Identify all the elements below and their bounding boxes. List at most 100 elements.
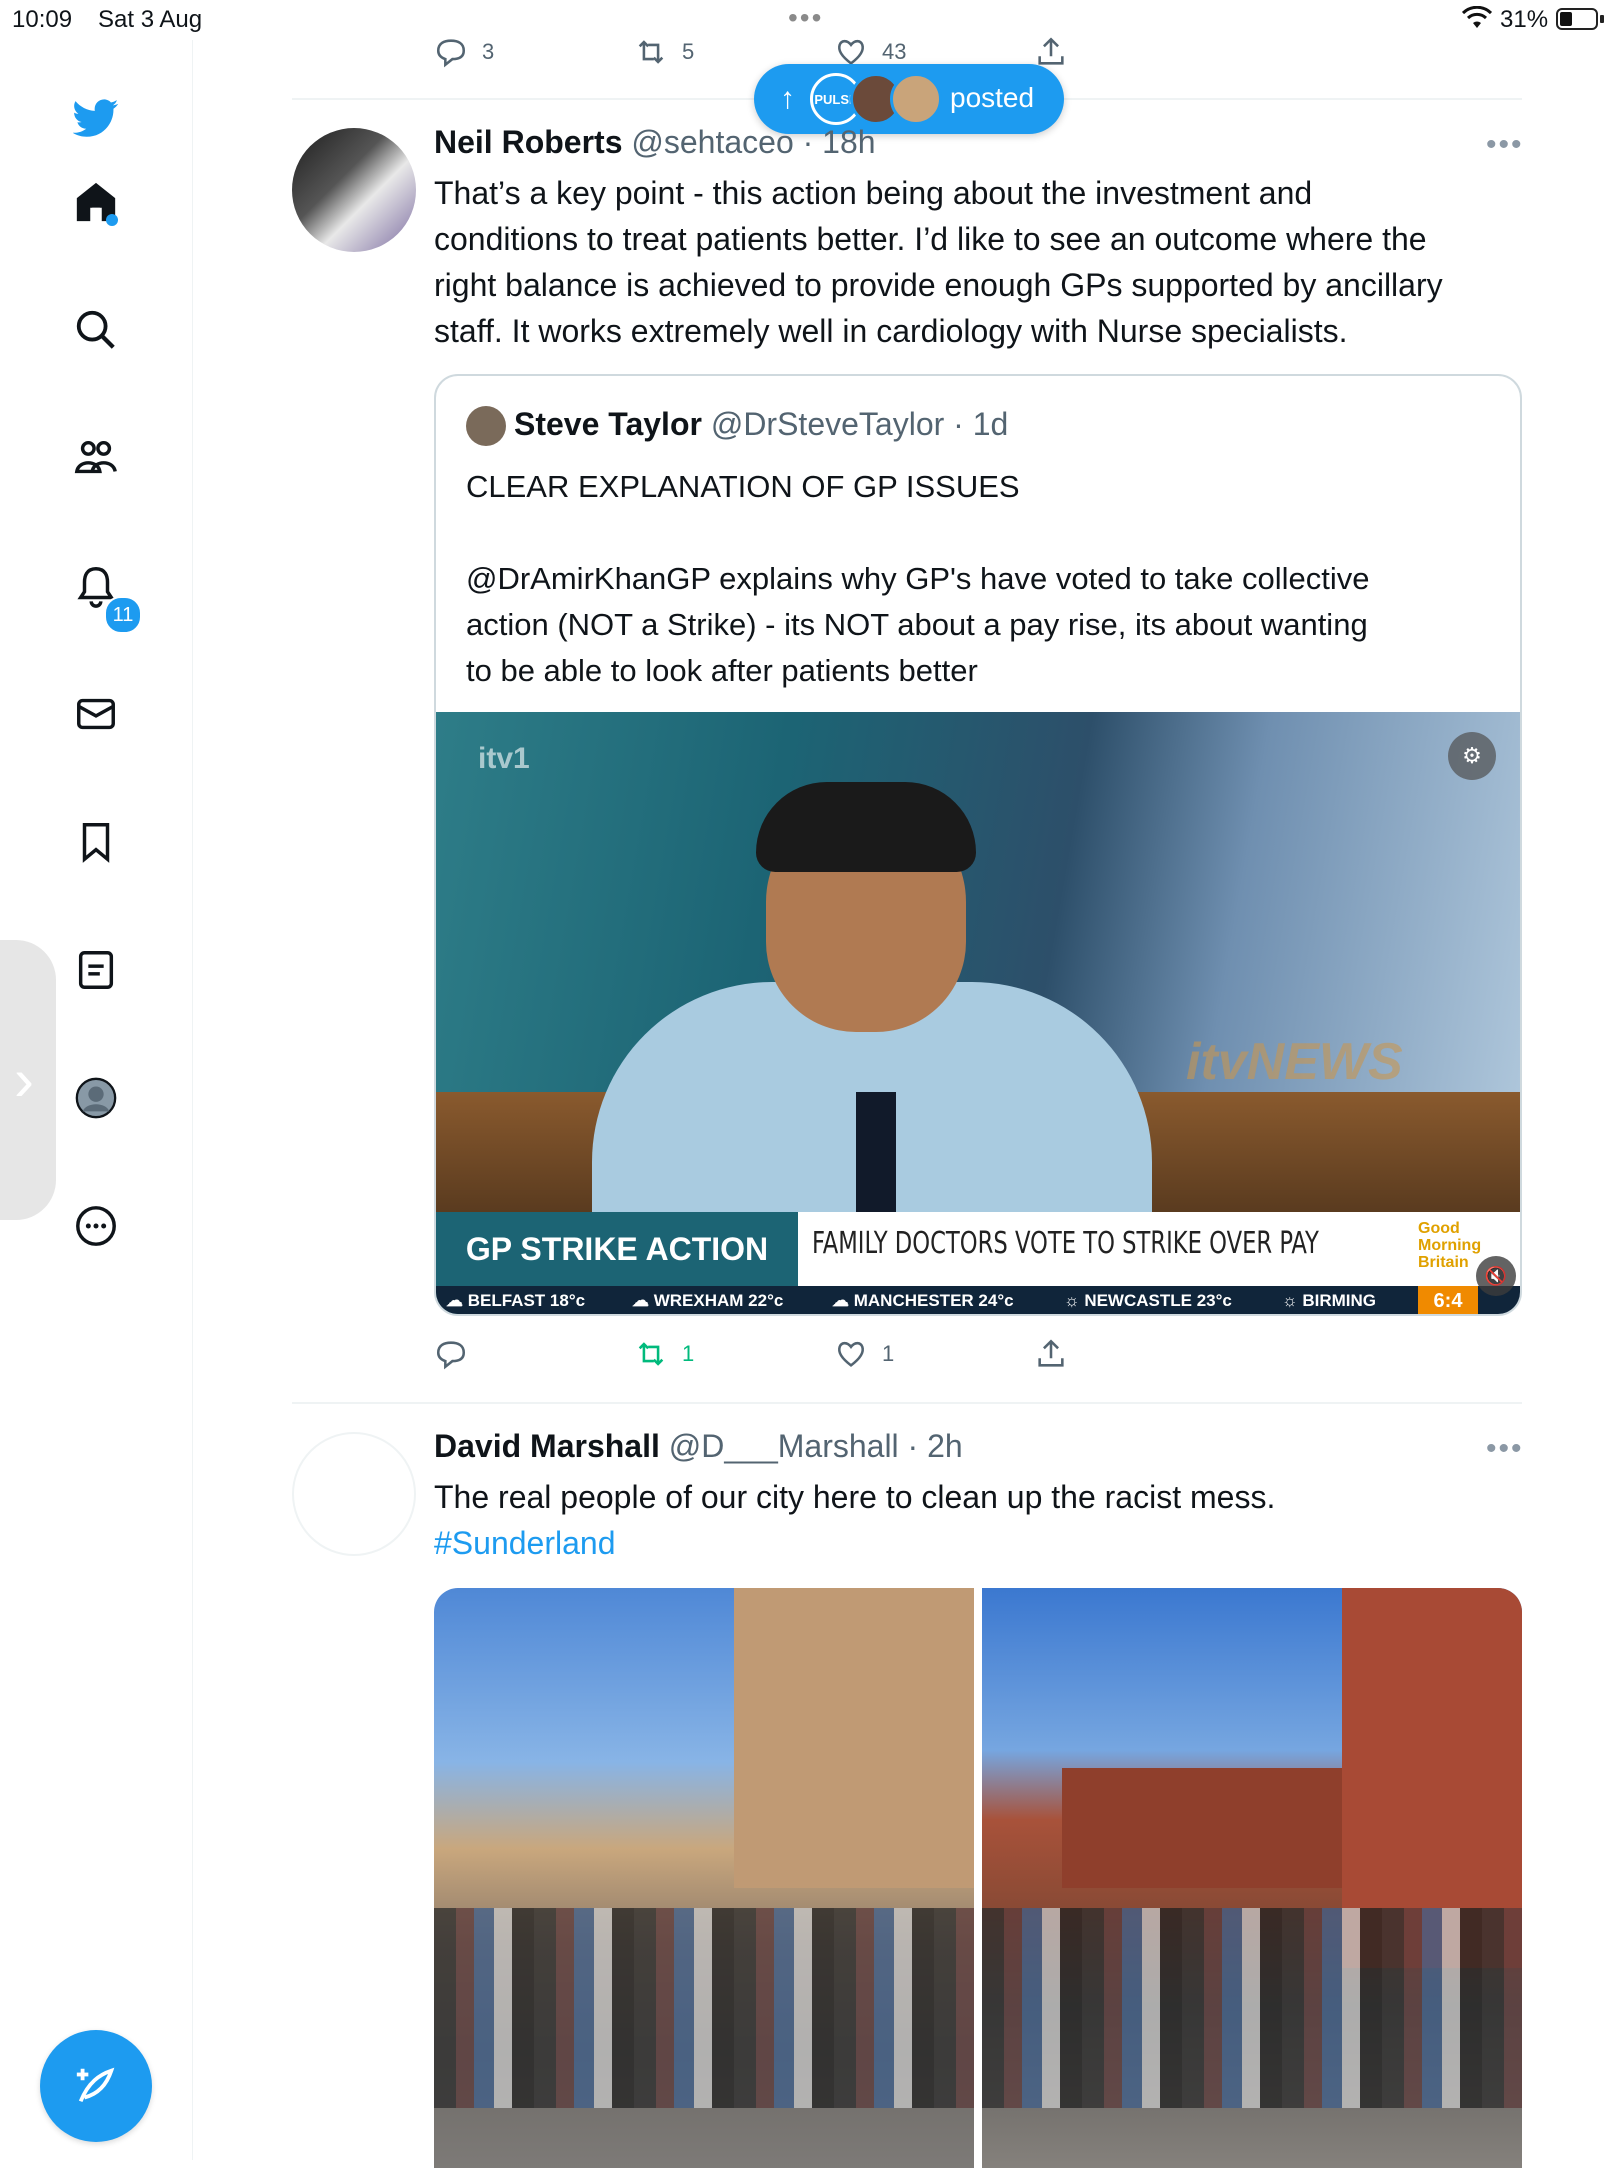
messages-icon[interactable] xyxy=(66,684,126,744)
tweet-header: David Marshall @D___Marshall · 2h xyxy=(434,1428,963,1465)
wifi-icon xyxy=(1462,6,1492,28)
tweet-time[interactable]: · 18h xyxy=(803,124,876,160)
tweet-time[interactable]: · 2h xyxy=(908,1428,963,1464)
broadcast-clock: 6:4 xyxy=(1418,1286,1478,1314)
presenter-hair xyxy=(756,782,976,872)
video-player[interactable]: itv1 itvNEWS ⚙ GP STRIKE ACTION FAMILY D… xyxy=(436,712,1520,1314)
tweet-text: The real people of our city here to clea… xyxy=(434,1474,1534,1566)
photo[interactable] xyxy=(434,1588,974,2168)
quoted-text-line: to be able to look after patients better xyxy=(466,653,978,688)
weather-item: ☁ BELFAST 18°c xyxy=(446,1291,586,1310)
feather-plus-icon xyxy=(76,2067,115,2103)
news-banner: GP STRIKE ACTION FAMILY DOCTORS VOTE TO … xyxy=(436,1212,1520,1286)
weather-item: ☼ BIRMING xyxy=(1282,1291,1376,1310)
more-options-icon[interactable]: ••• xyxy=(1486,128,1524,162)
photo-crowd xyxy=(982,1908,1522,2108)
author-name[interactable]: David Marshall xyxy=(434,1428,660,1464)
lists-icon[interactable] xyxy=(66,940,126,1000)
weather-item: ☁ WREXHAM 22°c xyxy=(632,1291,784,1310)
tweet-text-line: conditions to treat patients better. I’d… xyxy=(434,221,1427,257)
reply-icon xyxy=(436,39,466,68)
like-count: 1 xyxy=(882,1341,895,1366)
battery-icon xyxy=(1556,8,1598,30)
share-icon xyxy=(1038,37,1064,65)
mute-icon[interactable]: 🔇 xyxy=(1476,1256,1516,1296)
studio-logo: itvNEWS xyxy=(1186,1033,1403,1091)
heart-icon xyxy=(837,1341,865,1367)
author-handle[interactable]: @sehtaceo xyxy=(631,124,793,160)
tweet-text: That’s a key point - this action being a… xyxy=(434,170,1534,354)
tweet-divider xyxy=(292,1402,1522,1404)
compose-tweet-button[interactable] xyxy=(40,2030,152,2142)
share-button[interactable] xyxy=(1034,35,1068,69)
quoted-tweet-time: · 1d xyxy=(953,406,1009,442)
reply-icon xyxy=(436,1341,466,1370)
channel-logo: itv1 xyxy=(478,742,530,775)
communities-icon[interactable] xyxy=(66,428,126,488)
captions-icon[interactable]: ⚙ xyxy=(1448,732,1496,780)
new-posts-label: posted xyxy=(950,82,1035,113)
more-icon[interactable] xyxy=(66,1196,126,1256)
retweet-count: 1 xyxy=(682,1341,695,1366)
banner-headline: GP STRIKE ACTION xyxy=(436,1212,798,1286)
photo-building xyxy=(1062,1768,1342,1888)
author-handle[interactable]: @D___Marshall xyxy=(669,1428,899,1464)
bookmarks-icon[interactable] xyxy=(66,812,126,872)
avatar[interactable] xyxy=(466,406,506,446)
chevron-right-icon: › xyxy=(14,1046,34,1113)
weather-item: ☼ NEWCASTLE 23°c xyxy=(1064,1291,1232,1310)
tweet-text-line: right balance is achieved to provide eno… xyxy=(434,267,1443,303)
author-name[interactable]: Neil Roberts xyxy=(434,124,622,160)
quoted-author-handle: @DrSteveTaylor xyxy=(710,406,945,442)
weather-item: ☁ MANCHESTER 24°c xyxy=(832,1291,1014,1310)
avatar[interactable] xyxy=(292,128,416,252)
like-button[interactable]: 1 xyxy=(834,1337,894,1371)
show-logo: Good Morning Britain xyxy=(1418,1220,1481,1271)
retweet-icon xyxy=(638,1342,664,1366)
status-date: Sat 3 Aug xyxy=(98,6,203,33)
weather-ticker: ☁ BELFAST 18°c ☁ WREXHAM 22°c ☁ MANCHEST… xyxy=(436,1286,1520,1314)
tweet-text-line: staff. It works extremely well in cardio… xyxy=(434,313,1348,349)
profile-icon[interactable] xyxy=(66,1068,126,1128)
photo-crowd xyxy=(434,1908,974,2108)
avatar xyxy=(890,73,942,125)
notifications-badge: 11 xyxy=(104,596,142,634)
tweet-actions: 1 1 xyxy=(434,1334,1134,1374)
slide-over-handle[interactable]: › xyxy=(0,940,56,1220)
retweet-icon xyxy=(638,40,664,64)
home-unread-dot xyxy=(106,214,118,226)
retweet-count: 5 xyxy=(682,39,695,64)
reply-button[interactable] xyxy=(434,1337,482,1371)
hashtag-link[interactable]: #Sunderland xyxy=(434,1520,1534,1566)
photo[interactable] xyxy=(982,1588,1522,2168)
status-time: 10:09 xyxy=(12,6,73,33)
tweet-text-line: That’s a key point - this action being a… xyxy=(434,175,1313,211)
quoted-tweet-header: Steve Taylor @DrSteveTaylor · 1d xyxy=(514,406,1008,443)
retweet-button[interactable]: 5 xyxy=(634,35,694,69)
photo-building xyxy=(734,1588,974,1888)
quoted-tweet[interactable]: Steve Taylor @DrSteveTaylor · 1d CLEAR E… xyxy=(434,374,1522,1316)
tweet-header: Neil Roberts @sehtaceo · 18h xyxy=(434,124,876,161)
search-icon[interactable] xyxy=(66,300,126,360)
battery-nub xyxy=(1600,15,1604,23)
avatar[interactable] xyxy=(292,1432,416,1556)
arrow-up-icon: ↑ xyxy=(780,82,795,115)
quoted-tweet-title: CLEAR EXPLANATION OF GP ISSUES xyxy=(466,469,1020,504)
reply-count: 3 xyxy=(482,39,495,64)
battery-percent: 31% xyxy=(1500,6,1549,33)
tweet-text-line: The real people of our city here to clea… xyxy=(434,1479,1276,1515)
quoted-text-line: action (NOT a Strike) - its NOT about a … xyxy=(466,607,1368,642)
banner-subheadline: FAMILY DOCTORS VOTE TO STRIKE OVER PAY xyxy=(812,1226,1319,1261)
twitter-logo-icon[interactable] xyxy=(66,88,126,148)
multitask-dots[interactable]: ••• xyxy=(788,2,823,34)
show-logo-line: Morning xyxy=(1418,1237,1482,1254)
retweet-button[interactable]: 1 xyxy=(634,1337,694,1371)
quoted-tweet-body: @DrAmirKhanGP explains why GP's have vot… xyxy=(466,556,1506,694)
quoted-text-line: @DrAmirKhanGP explains why GP's have vot… xyxy=(466,561,1370,596)
tweet-photos xyxy=(434,1588,1522,2168)
more-options-icon[interactable]: ••• xyxy=(1486,1432,1524,1466)
reply-button[interactable]: 3 xyxy=(434,35,494,69)
share-button[interactable] xyxy=(1034,1337,1068,1371)
quoted-author-name: Steve Taylor xyxy=(514,406,702,442)
share-icon xyxy=(1038,1339,1064,1367)
